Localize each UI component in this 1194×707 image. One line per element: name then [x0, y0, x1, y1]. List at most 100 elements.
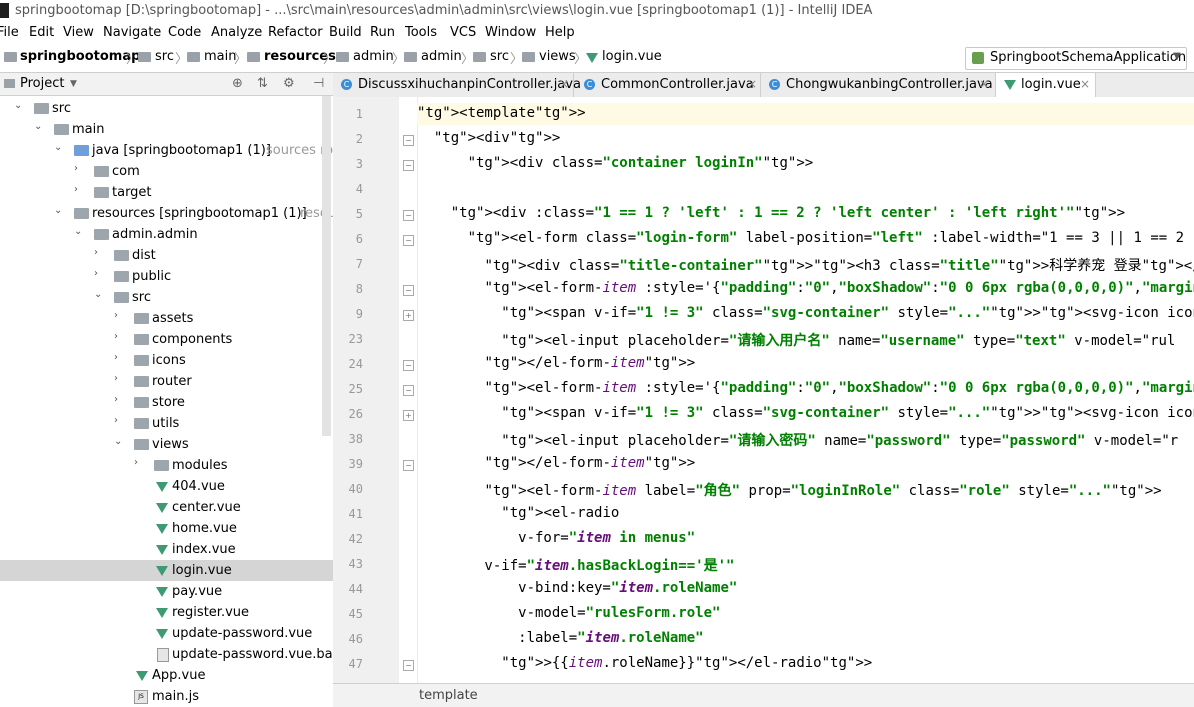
chevron-right-icon[interactable]: › [134, 457, 138, 468]
tree-item-home-vue[interactable]: home.vue [0, 518, 333, 539]
tree-item-404-vue[interactable]: 404.vue [0, 476, 333, 497]
tree-item-update-password-vue[interactable]: update-password.vue [0, 623, 333, 644]
hide-panel-icon[interactable]: ⊣ [313, 76, 324, 91]
chevron-right-icon[interactable]: › [114, 394, 118, 405]
menu-analyze[interactable]: Analyze [211, 25, 262, 40]
run-configuration-select[interactable]: SpringbootSchemaApplication ▼ [965, 47, 1187, 70]
menu-tools[interactable]: Tools [405, 25, 437, 40]
menu-run[interactable]: Run [370, 25, 395, 40]
fold-marker-icon[interactable]: − [403, 460, 414, 471]
chevron-right-icon[interactable]: › [114, 373, 118, 384]
tree-item-register-vue[interactable]: register.vue [0, 602, 333, 623]
menu-refactor[interactable]: Refactor [268, 25, 323, 40]
tab-common-controller[interactable]: C CommonController.java × [576, 73, 761, 97]
menu-help[interactable]: Help [545, 25, 575, 40]
tree-item-modules[interactable]: › modules [0, 455, 333, 476]
fold-expand-icon[interactable]: + [403, 310, 414, 321]
collapse-icon[interactable]: ⇅ [257, 76, 268, 91]
chevron-down-icon[interactable]: ⌄ [94, 289, 102, 300]
code-editor[interactable]: 1 2 3 4 5 6 7 8 9 23 24 25 26 38 39 40 4… [333, 97, 1194, 683]
tree-item-login-vue[interactable]: login.vue [0, 560, 333, 581]
tab-chongwukanbing-controller[interactable]: C ChongwukanbingController.java × [761, 73, 996, 97]
locate-icon[interactable]: ⊕ [232, 76, 243, 91]
tab-discussxihuchanpin-controller[interactable]: C DiscussxihuchanpinController.java × [333, 73, 581, 97]
tree-item-main-js[interactable]: JS main.js [0, 686, 333, 706]
tree-item-java[interactable]: ⌄ java [springbootomap1 (1)] sources roo [0, 140, 333, 161]
tree-item-center-vue[interactable]: center.vue [0, 497, 333, 518]
fold-expand-icon[interactable]: + [403, 410, 414, 421]
menu-edit[interactable]: Edit [29, 25, 54, 40]
crumb-admin[interactable]: admin [353, 49, 394, 64]
tree-item-components[interactable]: › components [0, 329, 333, 350]
fold-marker-icon[interactable]: − [403, 385, 414, 396]
tree-item-src[interactable]: ⌄ src [0, 98, 333, 119]
chevron-right-icon[interactable]: › [114, 415, 118, 426]
tree-item-resources[interactable]: ⌄ resources [springbootomap1 (1)] resou [0, 203, 333, 224]
chevron-down-icon[interactable]: ⌄ [114, 436, 122, 447]
chevron-right-icon[interactable]: › [74, 184, 78, 195]
tree-label: main.js [152, 689, 199, 704]
menu-vcs[interactable]: VCS [450, 25, 476, 40]
close-icon[interactable]: × [559, 77, 569, 91]
fold-marker-icon[interactable]: − [403, 285, 414, 296]
tree-scrollbar[interactable] [322, 96, 331, 436]
fold-marker-icon[interactable]: − [403, 360, 414, 371]
chevron-down-icon[interactable]: ▼ [70, 79, 77, 89]
chevron-down-icon[interactable]: ⌄ [54, 205, 62, 216]
tree-item-icons[interactable]: › icons [0, 350, 333, 371]
fold-marker-icon[interactable]: − [403, 135, 414, 146]
crumb-views[interactable]: views [539, 49, 576, 64]
tree-item-dist[interactable]: › dist [0, 245, 333, 266]
crumb-src[interactable]: src [155, 49, 174, 64]
crumb-src-2[interactable]: src [490, 49, 509, 64]
line-number: 6 [355, 232, 363, 246]
tree-item-index-vue[interactable]: index.vue [0, 539, 333, 560]
chevron-down-icon[interactable]: ⌄ [14, 100, 22, 111]
tree-item-src-2[interactable]: ⌄ src [0, 287, 333, 308]
tree-item-target[interactable]: › target [0, 182, 333, 203]
tree-item-utils[interactable]: › utils [0, 413, 333, 434]
tree-item-public[interactable]: › public [0, 266, 333, 287]
chevron-right-icon[interactable]: › [94, 268, 98, 279]
tree-item-com[interactable]: › com [0, 161, 333, 182]
chevron-right-icon[interactable]: › [114, 352, 118, 363]
chevron-down-icon[interactable]: ⌄ [34, 121, 42, 132]
crumb-project[interactable]: springbootomap [20, 49, 140, 64]
chevron-right-icon[interactable]: › [74, 163, 78, 174]
menu-window[interactable]: Window [485, 25, 536, 40]
tree-item-views[interactable]: ⌄ views [0, 434, 333, 455]
close-icon[interactable]: × [747, 77, 757, 91]
chevron-right-icon[interactable]: › [114, 331, 118, 342]
crumb-login-vue[interactable]: login.vue [602, 49, 662, 64]
fold-marker-icon[interactable]: − [403, 160, 414, 171]
structure-path[interactable]: template [419, 688, 478, 703]
project-panel-title[interactable]: Project [20, 76, 64, 91]
chevron-right-icon[interactable]: › [114, 310, 118, 321]
close-icon[interactable]: × [1080, 77, 1090, 91]
crumb-admin-2[interactable]: admin [421, 49, 462, 64]
tab-login-vue[interactable]: login.vue × [996, 73, 1096, 97]
tree-item-router[interactable]: › router [0, 371, 333, 392]
menu-build[interactable]: Build [329, 25, 362, 40]
close-icon[interactable]: × [979, 77, 989, 91]
tree-item-admin-admin[interactable]: ⌄ admin.admin [0, 224, 333, 245]
menu-navigate[interactable]: Navigate [103, 25, 161, 40]
tree-label: main [72, 122, 105, 137]
fold-marker-icon[interactable]: − [403, 660, 414, 671]
tree-item-pay-vue[interactable]: pay.vue [0, 581, 333, 602]
fold-marker-icon[interactable]: − [403, 210, 414, 221]
menu-view[interactable]: View [63, 25, 94, 40]
tree-item-main[interactable]: ⌄ main [0, 119, 333, 140]
menu-file[interactable]: File [0, 25, 19, 40]
menu-code[interactable]: Code [168, 25, 201, 40]
tree-item-update-password-vue-bak[interactable]: update-password.vue.bak [0, 644, 333, 665]
fold-marker-icon[interactable]: − [403, 235, 414, 246]
crumb-main[interactable]: main [204, 49, 236, 64]
chevron-down-icon[interactable]: ⌄ [54, 142, 62, 153]
chevron-down-icon[interactable]: ⌄ [74, 226, 82, 237]
tree-item-assets[interactable]: › assets [0, 308, 333, 329]
gear-icon[interactable]: ⚙ [283, 76, 295, 91]
chevron-right-icon[interactable]: › [94, 247, 98, 258]
tree-item-app-vue[interactable]: App.vue [0, 665, 333, 686]
tree-item-store[interactable]: › store [0, 392, 333, 413]
